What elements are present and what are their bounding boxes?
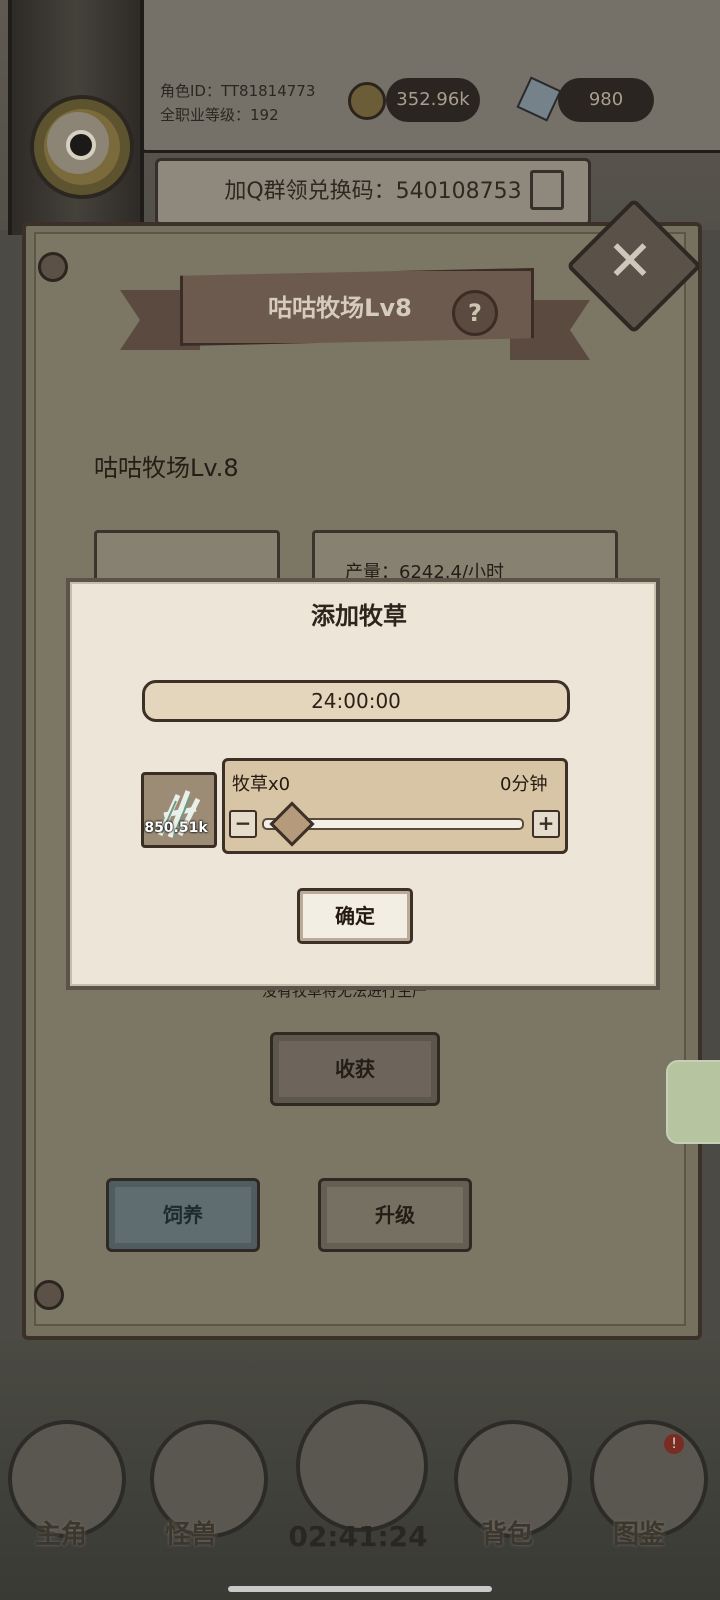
home-indicator[interactable] <box>228 1586 492 1592</box>
side-grass-tab[interactable] <box>666 1060 720 1144</box>
nav-codex-label: 图鉴 <box>612 1520 665 1550</box>
harvest-button[interactable]: 收获 <box>270 1032 440 1106</box>
minus-button[interactable]: − <box>229 810 257 838</box>
plus-button[interactable]: + <box>532 810 560 838</box>
grass-item[interactable] <box>141 772 217 848</box>
header-panel <box>140 0 720 153</box>
nav-bag-label: 背包 <box>480 1520 533 1550</box>
feed-button[interactable]: 饲养 <box>106 1178 260 1252</box>
close-icon: ✕ <box>606 229 654 294</box>
panel-title: 咕咕牧场Lv8 <box>268 294 412 322</box>
dialog-title: 添加牧草 <box>311 602 407 630</box>
timer-display: 24:00:00 <box>142 680 570 722</box>
nail-icon <box>34 1280 64 1310</box>
notification-badge: ! <box>664 1434 684 1454</box>
nav-monster-label: 怪兽 <box>164 1520 217 1550</box>
farm-name: 咕咕牧场Lv.8 <box>94 454 239 482</box>
nail-icon <box>38 252 68 282</box>
upgrade-button[interactable]: 升级 <box>318 1178 472 1252</box>
nav-hero-label: 主角 <box>34 1520 87 1550</box>
copy-icon[interactable] <box>530 170 564 210</box>
avatar-pupil <box>66 130 96 160</box>
nav-center-ship-icon[interactable] <box>296 1400 428 1532</box>
help-icon[interactable]: ? <box>452 290 498 336</box>
minutes-label: 0分钟 <box>500 774 548 795</box>
grass-amount: 牧草x0 <box>232 774 291 795</box>
gem-balance: 980 <box>558 78 654 122</box>
redeem-code-bar: 加Q群领兑换码：540108753 <box>155 158 591 226</box>
confirm-button[interactable]: 确定 <box>297 888 413 944</box>
total-level: 全职业等级：192 <box>160 106 279 124</box>
grass-count: 850.51k <box>144 820 208 836</box>
center-timer: 02:41:24 <box>288 1520 428 1553</box>
coin-icon <box>348 82 386 120</box>
role-id: 角色ID：TT81814773 <box>160 82 316 100</box>
coin-balance: 352.96k <box>386 78 480 122</box>
